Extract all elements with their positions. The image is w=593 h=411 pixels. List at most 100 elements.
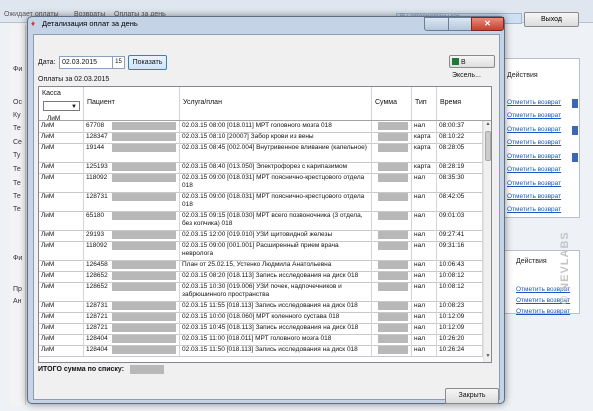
mark-return-link[interactable]: Отметить возврат [507, 112, 561, 119]
maximize-button[interactable] [448, 17, 472, 31]
service-value: 02.03.15 09:00 [001.001] Расширенный при… [182, 242, 339, 257]
kassa-value: ЛиМ [41, 144, 55, 151]
cell-sum [372, 230, 412, 241]
table-row[interactable]: ЛиМ 19144 02.03.15 08:45 [002.004] Внутрив… [39, 143, 483, 163]
table-row[interactable]: ЛиМ 118092 02.03.15 09:00 [018.031] МРТ по… [39, 173, 483, 193]
cell-kassa: ЛиМ [39, 334, 84, 345]
sum-redacted [378, 335, 408, 343]
cell-type: нал [412, 241, 437, 260]
mark-return-link[interactable]: Отметить возврат [507, 206, 561, 213]
show-button[interactable]: Показать [128, 55, 167, 70]
scroll-down-icon[interactable]: ▼ [485, 353, 491, 361]
bg-actions-header: Действия [507, 72, 538, 79]
cell-time: 08:42:05 [437, 192, 483, 211]
cell-service: 02.03.15 11:50 [018.113] Запись исследов… [180, 345, 372, 356]
export-excel-button[interactable]: В Эксель... [449, 55, 495, 79]
scrollbar-thumb[interactable] [485, 131, 491, 161]
cell-service: 02.03.15 10:45 [018.113] Запись исследов… [180, 323, 372, 334]
cell-patient: 65180 [84, 211, 180, 230]
cell-kassa: ЛиМ [39, 312, 84, 323]
table-row[interactable]: ЛиМ 128404 02.03.15 11:50 [018.113] Запись… [39, 345, 483, 357]
table-row[interactable]: ЛиМ 118092 02.03.15 09:00 [001.001] Расшир… [39, 241, 483, 261]
table-row[interactable]: ЛиМ 128731 02.03.15 09:00 [018.031] МРТ по… [39, 192, 483, 212]
cell-patient: 125193 [84, 162, 180, 173]
watermark: © NEVLABS [559, 231, 571, 304]
close-button[interactable]: Закрыть [445, 388, 499, 404]
mark-return-link[interactable]: Отметить возврат [507, 99, 561, 106]
payments-table: Касса ЛиМ ▼ Пациент Услуга/план Сумма Тип… [38, 86, 492, 363]
bg-actions-header-2: Действия [516, 258, 547, 265]
type-value: нал [414, 231, 425, 238]
mark-return-link[interactable]: Отметить возврат [507, 180, 561, 187]
kassa-value: ЛиМ [41, 231, 55, 238]
column-service[interactable]: Услуга/план [180, 87, 372, 120]
service-value: 02.03.15 08:45 [002.004] Внутривенное вл… [182, 144, 367, 151]
bg-left-label: Ан [13, 298, 22, 305]
total-value-redacted [130, 365, 164, 374]
patient-value: 128652 [86, 283, 108, 290]
type-value: нал [414, 242, 425, 249]
bg-left-label: Те [13, 193, 21, 200]
bg-left-label: Те [13, 125, 21, 132]
table-row[interactable]: ЛиМ 65180 02.03.15 09:15 [018.030] МРТ все… [39, 211, 483, 231]
cell-type: нал [412, 271, 437, 282]
time-value: 10:26:24 [439, 346, 465, 353]
sum-redacted [378, 302, 408, 310]
cell-patient: 19144 [84, 143, 180, 162]
sum-redacted [378, 163, 408, 171]
cell-type: нал [412, 301, 437, 312]
kassa-value: ЛиМ [41, 324, 55, 331]
mark-return-link[interactable]: Отметить возврат [507, 153, 561, 160]
time-value: 08:35:30 [439, 174, 465, 181]
column-type[interactable]: Тип [412, 87, 437, 120]
calendar-icon[interactable]: 15 [112, 56, 125, 69]
date-field[interactable]: 02.03.2015 [59, 56, 114, 69]
exit-button[interactable]: Выход [524, 12, 579, 27]
kassa-value: ЛиМ [41, 261, 55, 268]
cell-sum [372, 211, 412, 230]
cell-sum [372, 241, 412, 260]
patient-name-redacted [112, 133, 176, 141]
column-time[interactable]: Время [437, 87, 483, 120]
table-row[interactable]: ЛиМ 128652 02.03.15 10:30 [019.006] УЗИ по… [39, 282, 483, 302]
cell-patient: 29193 [84, 230, 180, 241]
cell-patient: 67708 [84, 121, 180, 132]
chevron-down-icon: ▼ [71, 104, 77, 110]
cell-type: карта [412, 162, 437, 173]
scroll-up-icon[interactable]: ▲ [485, 121, 491, 129]
minimize-button[interactable] [424, 17, 449, 31]
cell-time: 10:12:09 [437, 312, 483, 323]
cell-kassa: ЛиМ [39, 211, 84, 230]
kassa-filter-dropdown[interactable]: ЛиМ ▼ [43, 101, 80, 122]
type-value: нал [414, 122, 425, 129]
bg-row-marker [572, 153, 578, 162]
patient-name-redacted [112, 163, 176, 171]
column-sum[interactable]: Сумма [372, 87, 412, 120]
mark-return-link[interactable]: Отметить возврат [507, 193, 561, 200]
patient-name-redacted [112, 242, 176, 250]
cell-sum [372, 260, 412, 271]
bg-left-label: Ку [13, 112, 21, 119]
column-kassa[interactable]: Касса ЛиМ ▼ [39, 87, 84, 122]
mark-return-link[interactable]: Отметить возврат [516, 308, 570, 315]
mark-return-link[interactable]: Отметить возврат [507, 166, 561, 173]
patient-name-redacted [112, 144, 176, 152]
service-value: 02.03.15 08:20 [018.113] Запись исследов… [182, 272, 359, 279]
vertical-scrollbar[interactable]: ▲ ▼ [483, 121, 491, 362]
cell-patient: 128652 [84, 271, 180, 282]
patient-name-redacted [112, 193, 176, 201]
column-patient[interactable]: Пациент [84, 87, 180, 120]
close-window-button[interactable]: ✕ [471, 17, 504, 31]
mark-return-link[interactable]: Отметить возврат [507, 126, 561, 133]
column-patient-label: Пациент [87, 99, 115, 106]
sum-redacted [378, 242, 408, 250]
cell-type: нал [412, 282, 437, 301]
mark-return-link[interactable]: Отметить возврат [507, 139, 561, 146]
bg-left-label: Фи [13, 66, 23, 73]
cell-patient: 128721 [84, 312, 180, 323]
service-value: 02.03.15 09:00 [018.031] МРТ пояснично-к… [182, 174, 365, 189]
bg-left-label: Ту [13, 152, 21, 159]
time-value: 08:28:19 [439, 163, 465, 170]
cell-service: 02.03.15 11:00 [018.011] МРТ головного м… [180, 334, 372, 345]
service-value: 02.03.15 10:45 [018.113] Запись исследов… [182, 324, 359, 331]
